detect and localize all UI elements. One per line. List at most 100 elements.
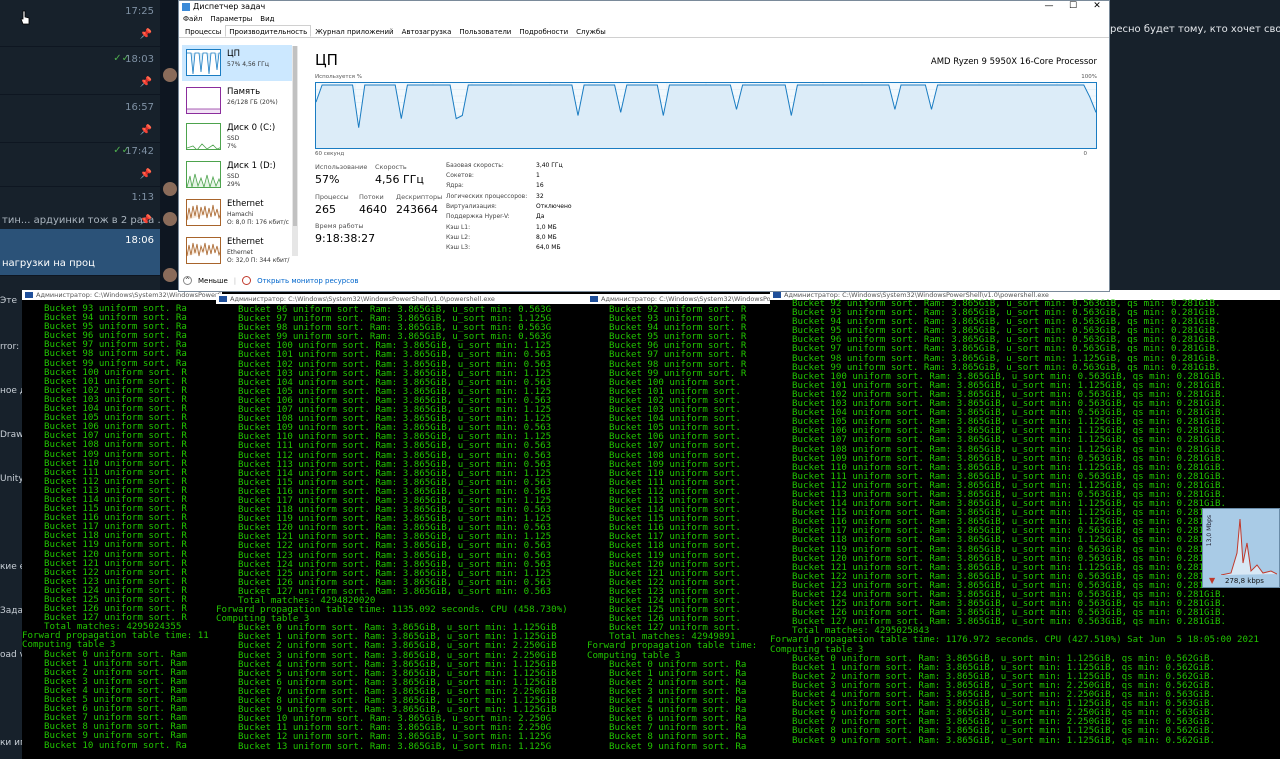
cpu-model: AMD Ryzen 9 5950X 16-Core Processor: [930, 57, 1097, 67]
spec-key: Ядра:: [446, 182, 464, 189]
spec-key: Кэш L1:: [446, 224, 471, 231]
spec-value: 32: [536, 193, 544, 200]
window-title: Диспетчер задач: [193, 2, 266, 11]
graph-label: 100%: [1081, 74, 1097, 80]
avatar: [163, 268, 177, 282]
cpu-usage-graph: [315, 82, 1097, 149]
chat-time: 17:25: [125, 6, 154, 17]
tab-details[interactable]: Подробности: [515, 25, 572, 37]
network-thumbnail: [186, 237, 221, 264]
chat-row-active[interactable]: 18:06 нагрузки на проц: [0, 229, 160, 276]
network-meter-widget[interactable]: 13,0 Mbps ▼ 278,8 kbps: [1202, 508, 1280, 588]
open-resource-monitor-link[interactable]: Открыть монитор ресурсов: [257, 277, 358, 285]
avatar: [163, 182, 177, 196]
resource-usage: О: 32,0 П: 344 кбит/: [227, 257, 290, 264]
memory-thumbnail: [186, 87, 221, 114]
processes-label: Процессы: [315, 193, 349, 201]
terminal-output[interactable]: Bucket 92 uniform sort. R Bucket 93 unif…: [587, 305, 757, 752]
cpu-detail-pane: ЦП AMD Ryzen 9 5950X 16-Core Processor И…: [309, 41, 1099, 271]
terminal-output[interactable]: Bucket 93 uniform sort. Ra Bucket 94 uni…: [22, 304, 209, 751]
spec-key: Сокетов:: [446, 172, 474, 179]
handles-label: Дескрипторы: [396, 193, 443, 201]
tab-app-history[interactable]: Журнал приложений: [311, 25, 397, 37]
powershell-icon: [25, 292, 33, 298]
pin-icon: 📌: [139, 29, 152, 40]
threads-value: 4640: [359, 203, 387, 216]
window-titlebar[interactable]: Администратор: C:\Windows\System32\Windo…: [587, 294, 770, 304]
window-title: Администратор: C:\Windows\System32\Windo…: [601, 295, 770, 303]
window-title: Администратор: C:\Windows\System32\Windo…: [230, 295, 495, 303]
processes-value: 265: [315, 203, 336, 216]
spec-key: Кэш L2:: [446, 234, 471, 241]
menu-view[interactable]: Вид: [260, 13, 274, 25]
resource-ethernet[interactable]: Ethernet Ethernet О: 32,0 П: 344 кбит/: [182, 233, 292, 269]
terminal-output[interactable]: Bucket 96 uniform sort. Ram: 3.865GiB, u…: [216, 305, 568, 752]
resource-name: Ethernet: [227, 237, 264, 247]
terminal-output[interactable]: Bucket 92 uniform sort. Ram: 3.865GiB, u…: [770, 299, 1259, 746]
resource-detail: 57% 4,56 ГГц: [227, 61, 269, 68]
spec-value: 1,0 МБ: [536, 224, 557, 231]
spec-key: Поддержка Hyper-V:: [446, 213, 510, 220]
resource-detail: SSD: [227, 173, 240, 180]
download-arrow-icon: ▼: [1209, 576, 1216, 585]
resource-cpu[interactable]: ЦП 57% 4,56 ГГц: [182, 45, 292, 81]
tab-startup[interactable]: Автозагрузка: [398, 25, 456, 37]
window-titlebar[interactable]: Диспетчер задач — ☐ ✕: [179, 1, 1109, 13]
avatar: [163, 68, 177, 82]
resource-disk-0[interactable]: Диск 0 (C:) SSD 7%: [182, 119, 292, 155]
fragment-text: Unity: [0, 474, 22, 484]
chat-time: 17:42: [125, 146, 154, 157]
resource-scrollbar[interactable]: [292, 46, 298, 256]
resource-name: ЦП: [227, 49, 240, 59]
chat-snippet: нагрузки на проц: [2, 258, 95, 269]
menu-file[interactable]: Файл: [183, 13, 202, 25]
tab-performance[interactable]: Производительность: [225, 25, 312, 37]
minimize-button[interactable]: —: [1037, 1, 1061, 11]
fragment-text: Зада: [0, 606, 22, 616]
hand-cursor-icon: [20, 10, 30, 25]
maximize-button[interactable]: ☐: [1061, 1, 1085, 11]
resource-usage: 29%: [227, 181, 241, 188]
tab-users[interactable]: Пользователи: [455, 25, 515, 37]
resource-ethernet-hamachi[interactable]: Ethernet Hamachi О: 8,0 П: 176 кбит/с: [182, 195, 292, 231]
disk-thumbnail: [186, 123, 221, 150]
chat-row[interactable]: 16:57 📌: [0, 96, 160, 143]
chat-row[interactable]: 1:13 тин... ардуинки тож в 2 раза ... 📌: [0, 186, 167, 233]
spec-key: Базовая скорость:: [446, 162, 504, 169]
network-graph: [1221, 518, 1277, 575]
scrollbar-thumb[interactable]: [293, 46, 297, 226]
close-button[interactable]: ✕: [1085, 1, 1109, 11]
fewer-details-button[interactable]: Меньше: [198, 277, 228, 285]
chat-time: 18:03: [125, 54, 154, 65]
tab-processes[interactable]: Процессы: [181, 25, 225, 37]
fragment-text: Draw: [0, 430, 22, 440]
uptime-value: 9:18:38:27: [315, 232, 376, 245]
resource-usage: О: 8,0 П: 176 кбит/с: [227, 219, 289, 226]
handles-value: 243664: [396, 203, 438, 216]
spec-value: Отключено: [536, 203, 572, 210]
task-manager-icon: [182, 3, 190, 11]
avatar: [163, 212, 177, 226]
chat-row[interactable]: ✓✓ 17:42 📌: [0, 140, 160, 187]
menu-options[interactable]: Параметры: [210, 13, 252, 25]
powershell-window-3[interactable]: Администратор: C:\Windows\System32\Windo…: [587, 294, 770, 759]
tab-services[interactable]: Службы: [572, 25, 610, 37]
task-manager-window[interactable]: Диспетчер задач — ☐ ✕ Файл Параметры Вид…: [178, 0, 1110, 292]
uptime-label: Время работы: [315, 222, 364, 230]
spec-value: 8,0 МБ: [536, 234, 557, 241]
spec-key: Кэш L3:: [446, 244, 471, 251]
resource-detail: Hamachi: [227, 211, 254, 218]
resource-memory[interactable]: Память 26/128 ГБ (20%): [182, 83, 292, 119]
window-titlebar[interactable]: Администратор: C:\Windows\System32\Windo…: [216, 294, 588, 304]
spec-key: Логических процессоров:: [446, 193, 528, 200]
powershell-window-1[interactable]: Администратор: C:\Windows\System32\Windo…: [22, 290, 222, 759]
speed-value: 4,56 ГГц: [375, 173, 424, 186]
chat-list: 17:25 📌 ✓✓ 18:03 📌 16:57 📌 ✓✓ 17:42 📌 1:…: [0, 0, 167, 300]
chevron-up-icon[interactable]: ^: [183, 276, 192, 285]
cpu-usage-chart: [315, 83, 1097, 148]
fragment-text: кие е: [0, 562, 22, 572]
fragment-text: rror:: [0, 342, 20, 352]
chat-row[interactable]: ✓✓ 18:03 📌: [0, 48, 160, 95]
resource-disk-1[interactable]: Диск 1 (D:) SSD 29%: [182, 157, 292, 193]
powershell-window-2[interactable]: Администратор: C:\Windows\System32\Windo…: [216, 294, 588, 759]
